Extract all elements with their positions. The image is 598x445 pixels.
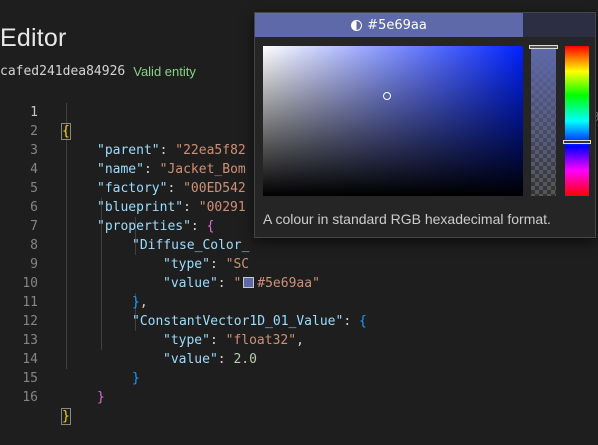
hue-strip[interactable] [565,46,589,196]
contrast-icon [351,19,363,31]
code-line[interactable]: 14 } [0,331,598,386]
original-color-preview[interactable] [523,13,595,37]
code-line[interactable]: 16 } [0,369,598,425]
entity-id: cafed241dea84926 [0,63,126,79]
code-line[interactable]: 10 }, [0,255,598,310]
opacity-strip[interactable] [531,46,556,196]
code-line[interactable]: 12 "type": "float32", [0,293,598,348]
saturation-panel[interactable] [263,46,523,196]
opacity-slider-handle[interactable] [529,45,558,49]
validation-status: Valid entity [133,63,196,79]
page-title: Editor [0,24,67,52]
code-line[interactable]: 9 "value": " #5e69aa" [0,236,598,291]
color-hex-label: #5e69aa [367,17,427,33]
code-line[interactable]: 13 "value": 2.0 [0,312,598,367]
code-line[interactable]: 11 "ConstantVector1D_01_Value": { [0,274,598,329]
color-format-description: A colour in standard RGB hexadecimal for… [263,211,551,227]
color-picker-popup[interactable]: #5e69aa A colour in standard RGB hexadec… [254,12,596,238]
hue-slider-handle[interactable] [563,140,591,144]
color-preview-header[interactable]: #5e69aa [255,13,523,37]
code-line[interactable]: 15 } [0,350,598,405]
line-number: 16 [22,390,38,405]
entity-info: cafed241dea84926 Valid entity [0,62,196,80]
